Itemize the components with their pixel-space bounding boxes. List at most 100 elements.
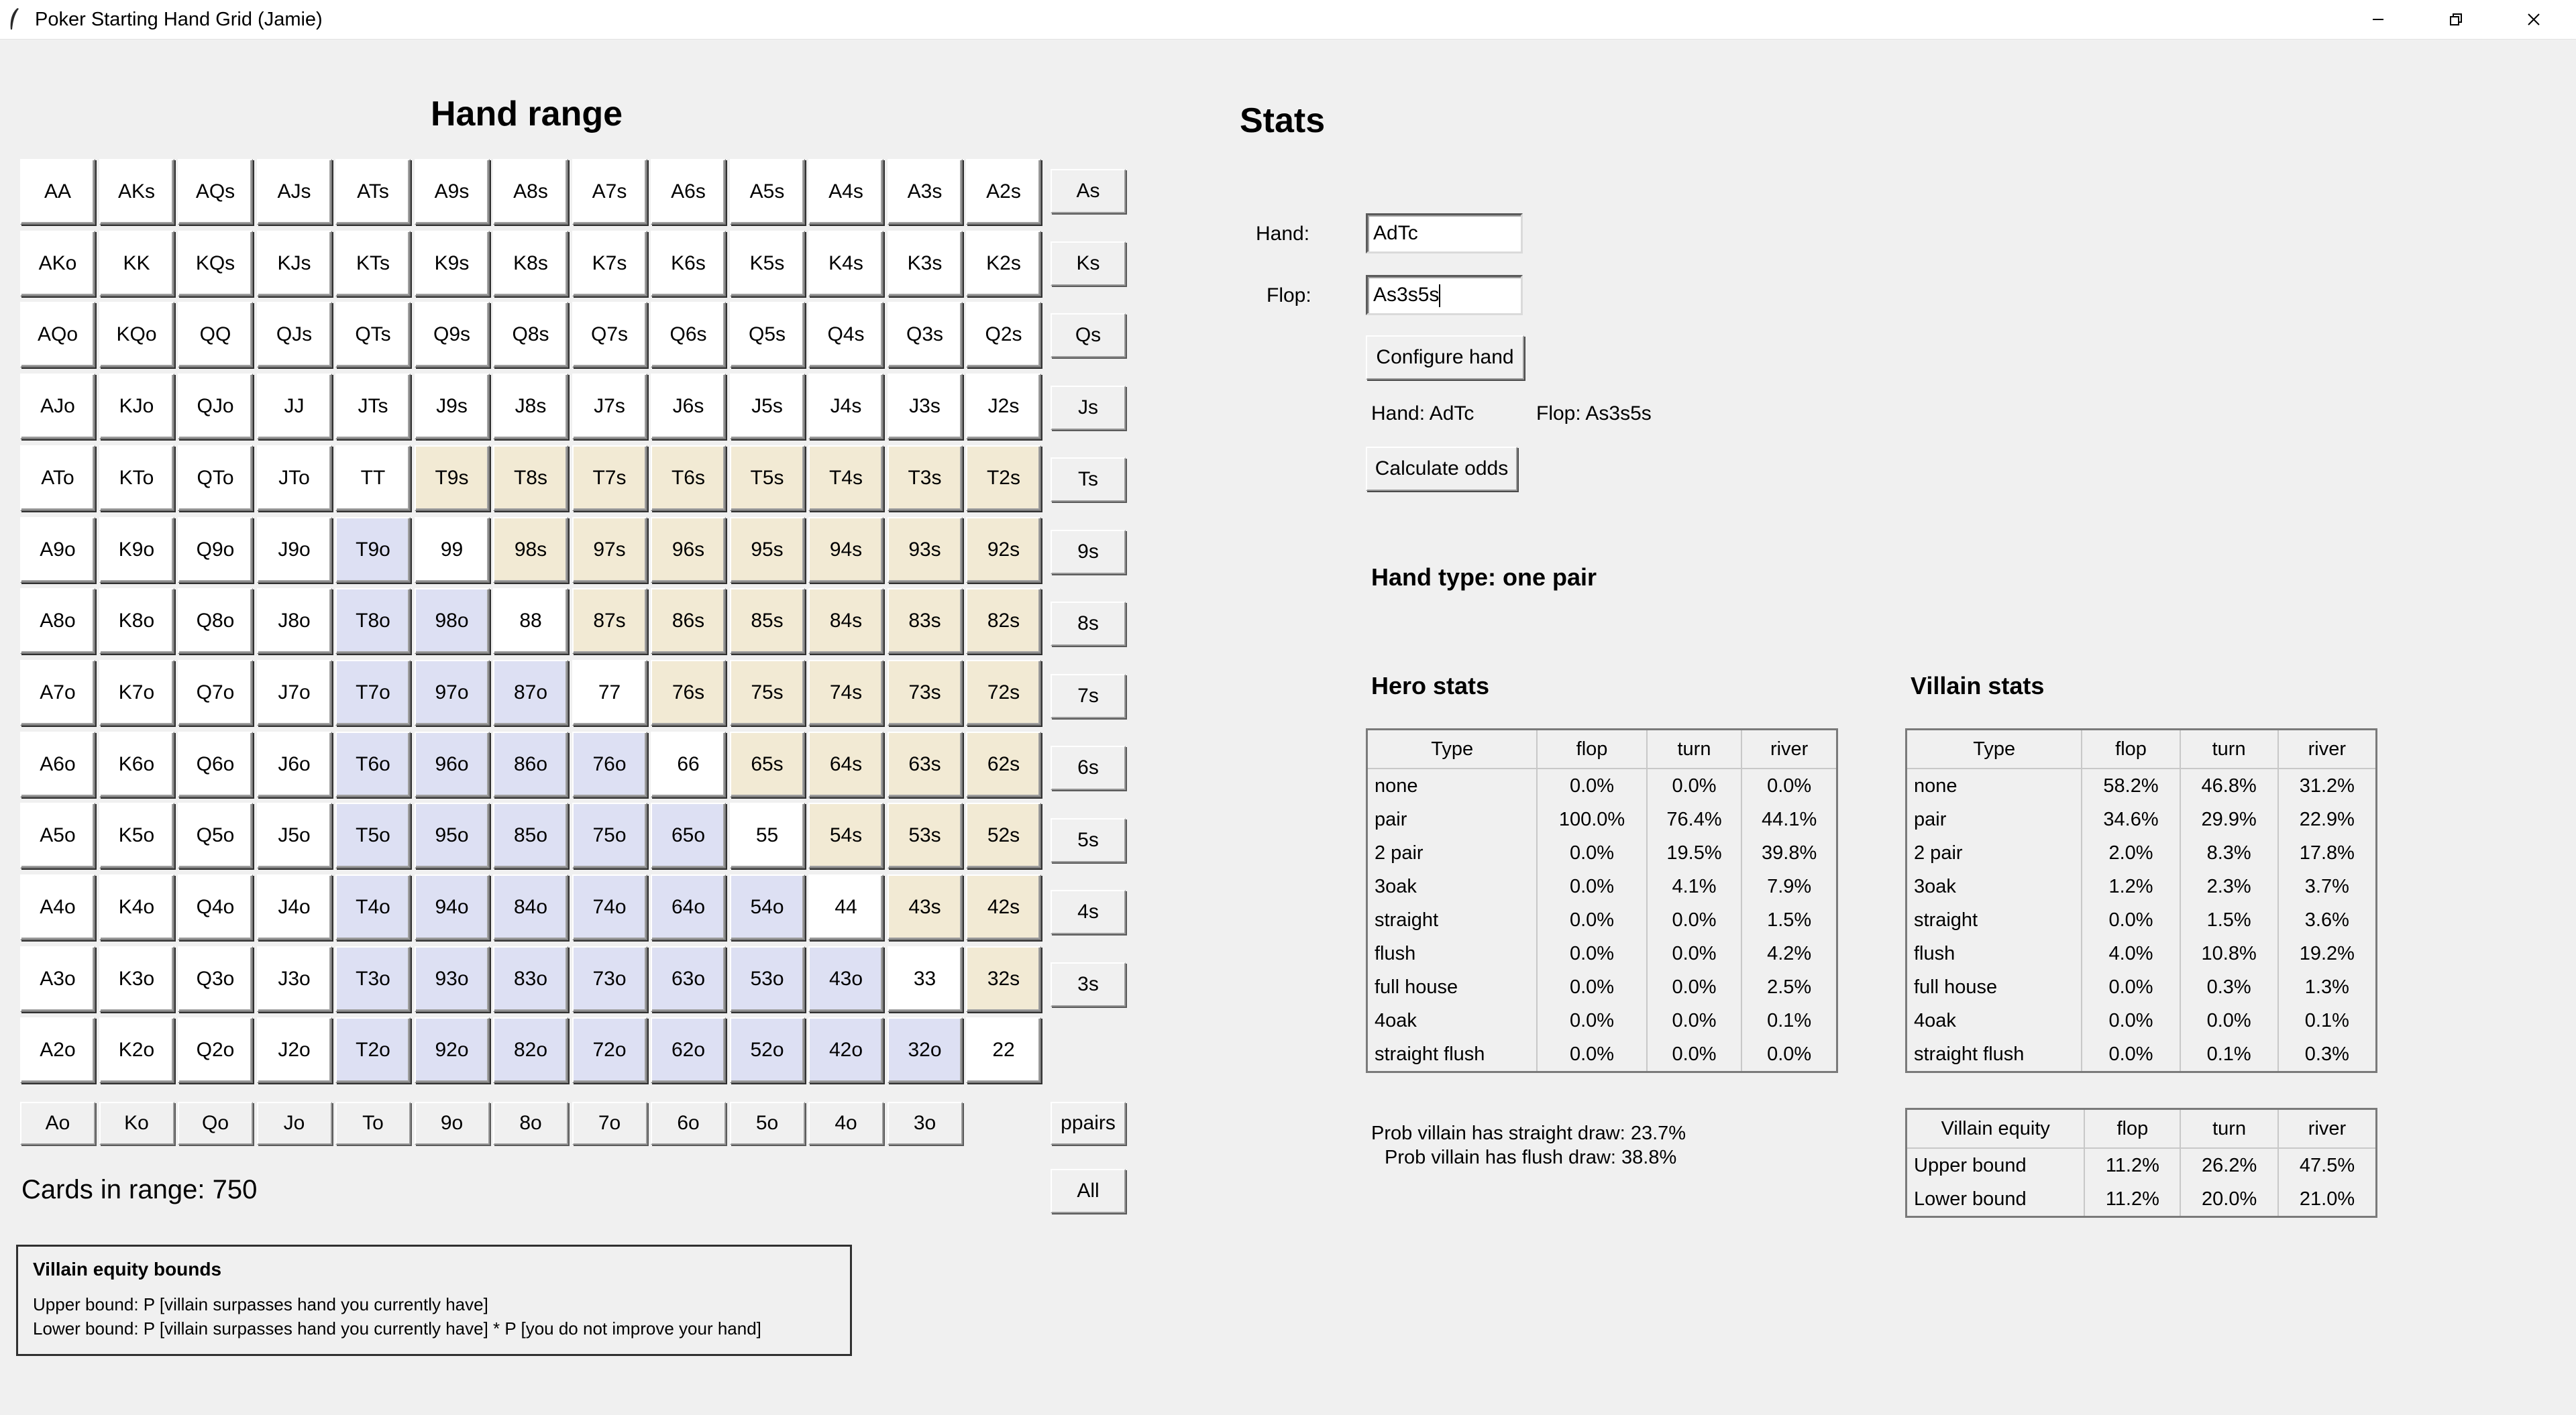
hand-cell-Q2o[interactable]: Q2o [178,1017,253,1084]
hand-cell-QJo[interactable]: QJo [178,374,253,440]
hand-cell-JTs[interactable]: JTs [335,374,411,440]
hand-cell-K6s[interactable]: K6s [651,230,726,296]
suit-button-Js[interactable]: Js [1051,385,1126,430]
offsuit-button-Jo[interactable]: Jo [256,1102,332,1145]
offsuit-button-8o[interactable]: 8o [493,1102,568,1145]
hand-cell-44[interactable]: 44 [808,874,883,940]
hand-cell-A2s[interactable]: A2s [966,159,1041,225]
hand-cell-KQo[interactable]: KQo [99,302,174,368]
hand-cell-Q6s[interactable]: Q6s [651,302,726,368]
hand-cell-AJs[interactable]: AJs [256,159,332,225]
hand-cell-J8s[interactable]: J8s [493,374,568,440]
hand-cell-66[interactable]: 66 [651,731,726,797]
hand-cell-AA[interactable]: AA [20,159,95,225]
hand-cell-87o[interactable]: 87o [493,659,568,726]
hand-cell-A3s[interactable]: A3s [887,159,963,225]
suit-button-7s[interactable]: 7s [1051,673,1126,718]
offsuit-button-7o[interactable]: 7o [572,1102,647,1145]
hand-cell-98o[interactable]: 98o [414,588,490,655]
hand-cell-Q3o[interactable]: Q3o [178,946,253,1012]
hand-cell-AKs[interactable]: AKs [99,159,174,225]
hand-cell-97o[interactable]: 97o [414,659,490,726]
hand-cell-97s[interactable]: 97s [572,516,647,583]
hand-cell-94s[interactable]: 94s [808,516,883,583]
hand-cell-53s[interactable]: 53s [887,803,963,869]
hand-cell-99[interactable]: 99 [414,516,490,583]
hand-cell-A5s[interactable]: A5s [729,159,805,225]
offsuit-button-Ao[interactable]: Ao [20,1102,95,1145]
hand-cell-86s[interactable]: 86s [651,588,726,655]
hand-cell-22[interactable]: 22 [966,1017,1041,1084]
suit-button-Ks[interactable]: Ks [1051,241,1126,286]
hand-cell-Q7o[interactable]: Q7o [178,659,253,726]
hand-cell-Q2s[interactable]: Q2s [966,302,1041,368]
hand-cell-Q6o[interactable]: Q6o [178,731,253,797]
hand-cell-T5o[interactable]: T5o [335,803,411,869]
hand-cell-64s[interactable]: 64s [808,731,883,797]
suit-button-3s[interactable]: 3s [1051,962,1126,1007]
restore-button[interactable] [2419,0,2493,39]
minimize-button[interactable] [2341,0,2415,39]
hand-cell-A8s[interactable]: A8s [493,159,568,225]
offsuit-button-Ko[interactable]: Ko [99,1102,174,1145]
hand-cell-Q3s[interactable]: Q3s [887,302,963,368]
hand-cell-K5o[interactable]: K5o [99,803,174,869]
suit-button-Qs[interactable]: Qs [1051,313,1126,357]
hand-cell-QJs[interactable]: QJs [256,302,332,368]
suit-button-9s[interactable]: 9s [1051,529,1126,574]
hand-cell-K4o[interactable]: K4o [99,874,174,940]
hand-cell-K9o[interactable]: K9o [99,516,174,583]
hand-cell-T8s[interactable]: T8s [493,445,568,511]
hand-cell-T8o[interactable]: T8o [335,588,411,655]
hand-cell-AKo[interactable]: AKo [20,230,95,296]
offsuit-button-4o[interactable]: 4o [808,1102,883,1145]
hand-cell-K8s[interactable]: K8s [493,230,568,296]
suit-button-6s[interactable]: 6s [1051,746,1126,790]
hand-cell-KJs[interactable]: KJs [256,230,332,296]
hand-cell-J3o[interactable]: J3o [256,946,332,1012]
hand-cell-43o[interactable]: 43o [808,946,883,1012]
hand-cell-J7o[interactable]: J7o [256,659,332,726]
hand-cell-96o[interactable]: 96o [414,731,490,797]
hand-cell-J4o[interactable]: J4o [256,874,332,940]
hand-cell-K9s[interactable]: K9s [414,230,490,296]
hand-cell-72o[interactable]: 72o [572,1017,647,1084]
hand-cell-Q8o[interactable]: Q8o [178,588,253,655]
close-button[interactable] [2497,0,2571,39]
hand-cell-85o[interactable]: 85o [493,803,568,869]
hand-cell-J9s[interactable]: J9s [414,374,490,440]
hand-cell-J3s[interactable]: J3s [887,374,963,440]
hand-cell-K4s[interactable]: K4s [808,230,883,296]
hand-cell-A3o[interactable]: A3o [20,946,95,1012]
hand-cell-54o[interactable]: 54o [729,874,805,940]
hand-cell-76o[interactable]: 76o [572,731,647,797]
hand-cell-74o[interactable]: 74o [572,874,647,940]
hand-cell-K3s[interactable]: K3s [887,230,963,296]
hand-cell-75s[interactable]: 75s [729,659,805,726]
hand-cell-T2s[interactable]: T2s [966,445,1041,511]
hand-cell-64o[interactable]: 64o [651,874,726,940]
hand-cell-QTo[interactable]: QTo [178,445,253,511]
suit-button-8s[interactable]: 8s [1051,602,1126,646]
hand-cell-82o[interactable]: 82o [493,1017,568,1084]
hand-cell-74s[interactable]: 74s [808,659,883,726]
hand-cell-52s[interactable]: 52s [966,803,1041,869]
hand-cell-52o[interactable]: 52o [729,1017,805,1084]
hand-cell-T7s[interactable]: T7s [572,445,647,511]
hand-cell-KTo[interactable]: KTo [99,445,174,511]
all-button[interactable]: All [1051,1169,1126,1213]
hand-cell-84o[interactable]: 84o [493,874,568,940]
hand-cell-84s[interactable]: 84s [808,588,883,655]
hand-cell-83o[interactable]: 83o [493,946,568,1012]
hand-cell-53o[interactable]: 53o [729,946,805,1012]
hand-cell-K7o[interactable]: K7o [99,659,174,726]
hand-cell-K3o[interactable]: K3o [99,946,174,1012]
hand-cell-T2o[interactable]: T2o [335,1017,411,1084]
hand-cell-AQs[interactable]: AQs [178,159,253,225]
hand-cell-93s[interactable]: 93s [887,516,963,583]
calculate-odds-button[interactable]: Calculate odds [1366,447,1517,491]
hand-cell-65o[interactable]: 65o [651,803,726,869]
hand-cell-86o[interactable]: 86o [493,731,568,797]
hand-cell-KK[interactable]: KK [99,230,174,296]
hand-cell-KTs[interactable]: KTs [335,230,411,296]
